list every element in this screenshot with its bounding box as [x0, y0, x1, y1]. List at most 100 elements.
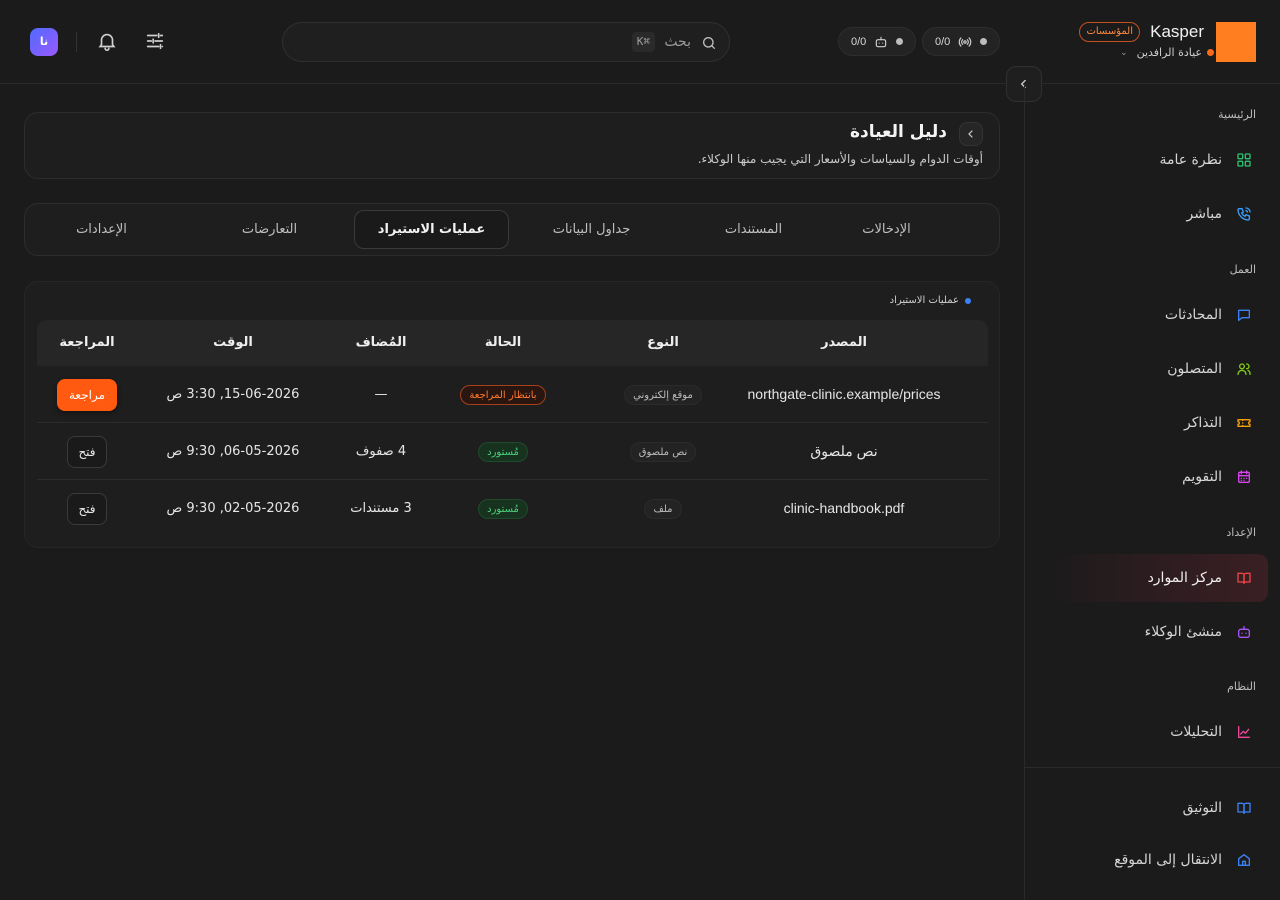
- phone-icon: [1237, 207, 1251, 221]
- workspace-switcher[interactable]: عيادة الرافدين ⌄: [1120, 46, 1214, 59]
- bell-icon[interactable]: [96, 30, 118, 52]
- table-header: المصدر النوع الحالة المُضاف الوقت المراج…: [37, 320, 988, 366]
- top-bar: Kasper المؤسسات عيادة الرافدين ⌄ 0/0 0/0…: [0, 0, 1280, 84]
- column-header-status: الحالة: [484, 335, 522, 350]
- tab-spreadsheets[interactable]: جداول البيانات: [514, 210, 669, 249]
- sidebar-item-go-to-site[interactable]: الانتقال إلى الموقع: [1048, 836, 1268, 884]
- docs-icon: [1237, 802, 1251, 814]
- chevron-left-icon: [968, 130, 973, 138]
- column-header-added: المُضاف: [355, 335, 407, 350]
- search-placeholder: بحث: [664, 34, 691, 50]
- column-header-review: المراجعة: [59, 335, 115, 350]
- status-badge: مُستورد: [478, 498, 528, 519]
- brand-logo[interactable]: [1216, 22, 1256, 62]
- home-icon: [1238, 854, 1250, 866]
- cell-status: مُستورد: [431, 480, 575, 537]
- cell-added: 4 صفوف: [355, 444, 407, 459]
- card-label: عمليات الاستيراد: [890, 295, 971, 306]
- sidebar-item-label: مباشر: [1186, 206, 1222, 222]
- tab-conflicts[interactable]: التعارضات: [192, 210, 347, 249]
- search-shortcut: ⌘K: [631, 32, 655, 52]
- sidebar-item-label: التذاكر: [1183, 415, 1222, 431]
- tab-documents[interactable]: المستندات: [676, 210, 831, 249]
- cell-status: بانتظار المراجعة: [431, 366, 575, 423]
- brand-name: Kasper: [1150, 22, 1204, 41]
- card-label-text: عمليات الاستيراد: [889, 295, 959, 306]
- status-badge: بانتظار المراجعة: [460, 384, 546, 405]
- sidebar-item-label: منشئ الوكلاء: [1144, 624, 1222, 640]
- tab-settings[interactable]: الإعدادات: [24, 210, 179, 249]
- sidebar-item-overview[interactable]: نظرة عامة: [1048, 136, 1268, 184]
- antenna-icon: [959, 36, 972, 47]
- bot-icon: [876, 36, 887, 47]
- column-header-source: المصدر: [821, 335, 867, 350]
- bot-icon: [1238, 626, 1250, 638]
- search-icon: [703, 37, 715, 49]
- cell-review: مراجعة: [37, 366, 137, 423]
- open-button[interactable]: فتح: [67, 435, 107, 468]
- agents-stat[interactable]: 0/0: [838, 27, 917, 56]
- sidebar-item-docs[interactable]: التوثيق: [1048, 784, 1268, 832]
- sidebar: الرئيسية نظرة عامة مباشر العمل المحادثات…: [1024, 84, 1280, 900]
- imports-card: عمليات الاستيراد المصدر النوع الحالة الم…: [24, 281, 1000, 548]
- divider: [1024, 767, 1280, 768]
- sidebar-item-label: المتصلون: [1167, 361, 1222, 377]
- sidebar-item-label: المحادثات: [1164, 307, 1222, 323]
- search-input[interactable]: بحث ⌘K: [282, 22, 730, 62]
- sidebar-item-tickets[interactable]: التذاكر: [1048, 399, 1268, 447]
- sidebar-item-agent-builder[interactable]: منشئ الوكلاء: [1048, 608, 1268, 656]
- sidebar-item-analytics[interactable]: التحليلات: [1048, 708, 1268, 756]
- page-header: دليل العيادة أوقات الدوام والسياسات والأ…: [24, 112, 1000, 179]
- tab-bar: الإدخالات المستندات جداول البيانات عمليا…: [24, 203, 1000, 256]
- chat-icon: [1238, 309, 1250, 321]
- cell-added: 3 مستندات: [350, 501, 412, 516]
- sidebar-item-contacts[interactable]: المتصلون: [1048, 345, 1268, 393]
- status-dot: [965, 297, 971, 304]
- sidebar-item-live[interactable]: مباشر: [1048, 190, 1268, 238]
- cell-source: نص ملصوق: [810, 443, 878, 459]
- sidebar-item-label: نظرة عامة: [1159, 152, 1222, 168]
- sidebar-item-resource-center[interactable]: مركز الموارد: [1048, 554, 1268, 602]
- tab-imports[interactable]: عمليات الاستيراد: [354, 210, 509, 249]
- channels-count: 0/0: [935, 35, 951, 48]
- cell-type: ملف: [590, 480, 736, 537]
- calendar-icon: [1238, 470, 1250, 483]
- cell-source: northgate-clinic.example/prices: [747, 386, 941, 402]
- column-header-time: الوقت: [213, 335, 253, 350]
- sidebar-item-label: الانتقال إلى الموقع: [1114, 852, 1222, 868]
- cell-added: —: [374, 387, 388, 402]
- page-subtitle: أوقات الدوام والسياسات والأسعار التي يجي…: [697, 152, 983, 166]
- status-dot: [896, 38, 904, 45]
- table-row: نص ملصوق نص ملصوق مُستورد 4 صفوف 06-05-2…: [37, 423, 988, 480]
- sidebar-item-conversations[interactable]: المحادثات: [1048, 291, 1268, 339]
- channels-stat[interactable]: 0/0: [922, 27, 1001, 56]
- type-chip: موقع إلكتروني: [624, 384, 702, 405]
- tab-entries[interactable]: الإدخالات: [809, 210, 964, 249]
- cell-time: 15-06-2026, 3:30 ص: [166, 387, 300, 402]
- open-button[interactable]: فتح: [67, 492, 107, 525]
- divider: [76, 32, 77, 52]
- cell-time: 06-05-2026, 9:30 ص: [166, 444, 300, 459]
- page-title: دليل العيادة: [849, 122, 947, 142]
- grid-icon: [1237, 153, 1251, 167]
- cell-time: 02-05-2026, 9:30 ص: [166, 501, 300, 516]
- plan-badge: المؤسسات: [1079, 22, 1140, 42]
- sliders-icon[interactable]: [144, 30, 166, 52]
- cell-review: فتح: [37, 423, 137, 480]
- cell-status: مُستورد: [431, 423, 575, 480]
- sidebar-item-label: التحليلات: [1170, 724, 1222, 740]
- sidebar-item-label: التوثيق: [1182, 800, 1222, 816]
- back-button[interactable]: [959, 122, 983, 146]
- agents-count: 0/0: [851, 35, 867, 48]
- section-label-system: النظام: [1227, 680, 1256, 693]
- cell-review: فتح: [37, 480, 137, 537]
- section-label-work: العمل: [1229, 263, 1256, 276]
- status-dot: [980, 38, 988, 45]
- avatar[interactable]: نا: [30, 28, 58, 56]
- section-label-setup: الإعداد: [1226, 526, 1256, 539]
- sidebar-item-label: التقويم: [1182, 469, 1222, 485]
- review-button[interactable]: مراجعة: [56, 378, 118, 411]
- type-chip: ملف: [644, 498, 682, 519]
- sidebar-item-calendar[interactable]: التقويم: [1048, 453, 1268, 501]
- section-label-main: الرئيسية: [1218, 108, 1256, 121]
